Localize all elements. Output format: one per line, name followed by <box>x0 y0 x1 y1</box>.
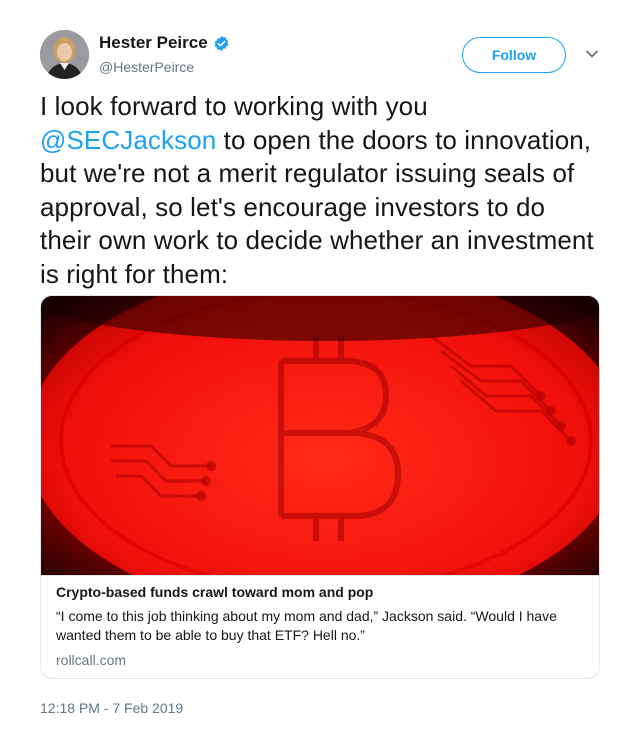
chevron-down-icon[interactable] <box>584 47 600 59</box>
tweet-text: I look forward to working with you @SECJ… <box>40 90 600 291</box>
verified-badge-icon <box>213 35 230 52</box>
author-handle[interactable]: @HesterPeirce <box>99 59 194 75</box>
author-name-row: Hester Peirce <box>99 33 230 53</box>
link-card-domain: rollcall.com <box>56 652 127 668</box>
link-card-title[interactable]: Crypto-based funds crawl toward mom and … <box>56 584 373 600</box>
link-card-description: “I come to this job thinking about my mo… <box>56 608 557 643</box>
tweet-timestamp[interactable]: 12:18 PM - 7 Feb 2019 <box>40 700 183 716</box>
mention-link[interactable]: @SECJackson <box>40 125 216 155</box>
tweet-text-before: I look forward to working with you <box>40 91 428 121</box>
follow-button[interactable]: Follow <box>462 37 566 73</box>
link-card[interactable]: Crypto-based funds crawl toward mom and … <box>40 295 600 679</box>
bitcoin-coin-image[interactable] <box>41 296 599 575</box>
avatar[interactable] <box>40 30 89 79</box>
display-name[interactable]: Hester Peirce <box>99 33 208 53</box>
link-card-body[interactable]: Crypto-based funds crawl toward mom and … <box>41 575 599 668</box>
tweet: Hester Peirce @HesterPeirce Follow I loo… <box>0 0 640 732</box>
